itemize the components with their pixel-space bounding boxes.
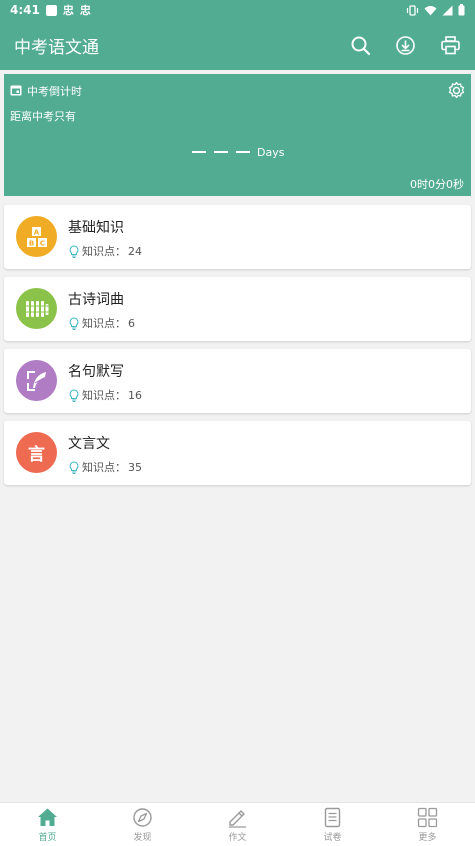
knowledge-label: 知识点： (82, 461, 126, 474)
search-icon[interactable] (350, 35, 371, 56)
wifi-icon (424, 5, 437, 16)
lightbulb-icon (68, 388, 80, 402)
download-icon[interactable] (395, 35, 416, 56)
document-icon (322, 807, 343, 828)
category-title: 文言文 (68, 436, 110, 452)
time-remaining: 0时0分0秒 (410, 178, 464, 191)
abc-blocks-icon: A B C (16, 216, 57, 257)
nav-label: 发现 (133, 832, 152, 843)
yan-character: 言 (28, 445, 45, 465)
knowledge-count: 16 (128, 388, 142, 402)
category-title: 古诗词曲 (68, 292, 124, 308)
notification-icon (45, 4, 57, 16)
lightbulb-icon (68, 316, 80, 330)
print-icon[interactable] (440, 35, 461, 56)
days-label: Days (257, 146, 285, 159)
category-title: 基础知识 (68, 220, 124, 236)
knowledge-label: 知识点： (82, 389, 126, 402)
pencil-icon (227, 807, 248, 828)
yan-character-icon: 言 (16, 432, 57, 473)
nav-label: 试卷 (323, 832, 342, 843)
nav-home[interactable]: 首页 (0, 803, 95, 846)
knowledge-count: 6 (128, 316, 135, 330)
svg-text:C: C (39, 239, 44, 247)
nav-label: 首页 (38, 832, 57, 843)
notification-glyph-2: 忠 (79, 4, 91, 17)
category-card-famous-quotes[interactable]: 名句默写 知识点： 16 (4, 349, 471, 413)
nav-essay[interactable]: 作文 (190, 803, 285, 846)
bamboo-scroll-icon (16, 288, 57, 329)
home-icon (37, 807, 58, 828)
lightbulb-icon (68, 244, 80, 258)
countdown-card: 中考倒计时 距离中考只有 Days 0时0分0秒 (4, 74, 471, 196)
battery-icon (458, 4, 465, 16)
app-bar: 中考语文通 (0, 20, 475, 70)
svg-text:B: B (28, 239, 33, 247)
nav-exam[interactable]: 试卷 (285, 803, 380, 846)
lightbulb-icon (68, 460, 80, 474)
calendar-icon (10, 84, 22, 99)
days-placeholder (192, 151, 250, 153)
quill-icon (16, 360, 57, 401)
category-card-classical-chinese[interactable]: 言 文言文 知识点： 35 (4, 421, 471, 485)
knowledge-count: 24 (128, 244, 142, 258)
knowledge-label: 知识点： (82, 245, 126, 258)
countdown-header: 中考倒计时 (27, 85, 82, 98)
category-card-basic-knowledge[interactable]: A B C 基础知识 知识点： 24 (4, 205, 471, 269)
knowledge-label: 知识点： (82, 317, 126, 330)
countdown-subtitle: 距离中考只有 (10, 110, 76, 123)
status-bar: 4:41 忠 忠 (0, 0, 475, 20)
nav-discover[interactable]: 发现 (95, 803, 190, 846)
svg-text:A: A (33, 228, 39, 236)
notification-glyph-1: 忠 (62, 4, 74, 17)
day-digit-placeholder (192, 151, 206, 153)
nav-label: 更多 (418, 832, 437, 843)
settings-gear-icon[interactable] (447, 81, 466, 100)
day-digit-placeholder (236, 151, 250, 153)
day-digit-placeholder (214, 151, 228, 153)
category-title: 名句默写 (68, 364, 124, 380)
status-time: 4:41 (10, 3, 40, 17)
bottom-nav: 首页 发现 作文 试卷 更多 (0, 802, 475, 846)
signal-icon (442, 5, 453, 16)
vibrate-icon (406, 4, 419, 16)
category-card-ancient-poetry[interactable]: 古诗词曲 知识点： 6 (4, 277, 471, 341)
nav-more[interactable]: 更多 (380, 803, 475, 846)
grid-icon (417, 807, 438, 828)
app-title: 中考语文通 (14, 37, 99, 58)
nav-label: 作文 (228, 832, 247, 843)
knowledge-count: 35 (128, 460, 142, 474)
compass-icon (132, 807, 153, 828)
